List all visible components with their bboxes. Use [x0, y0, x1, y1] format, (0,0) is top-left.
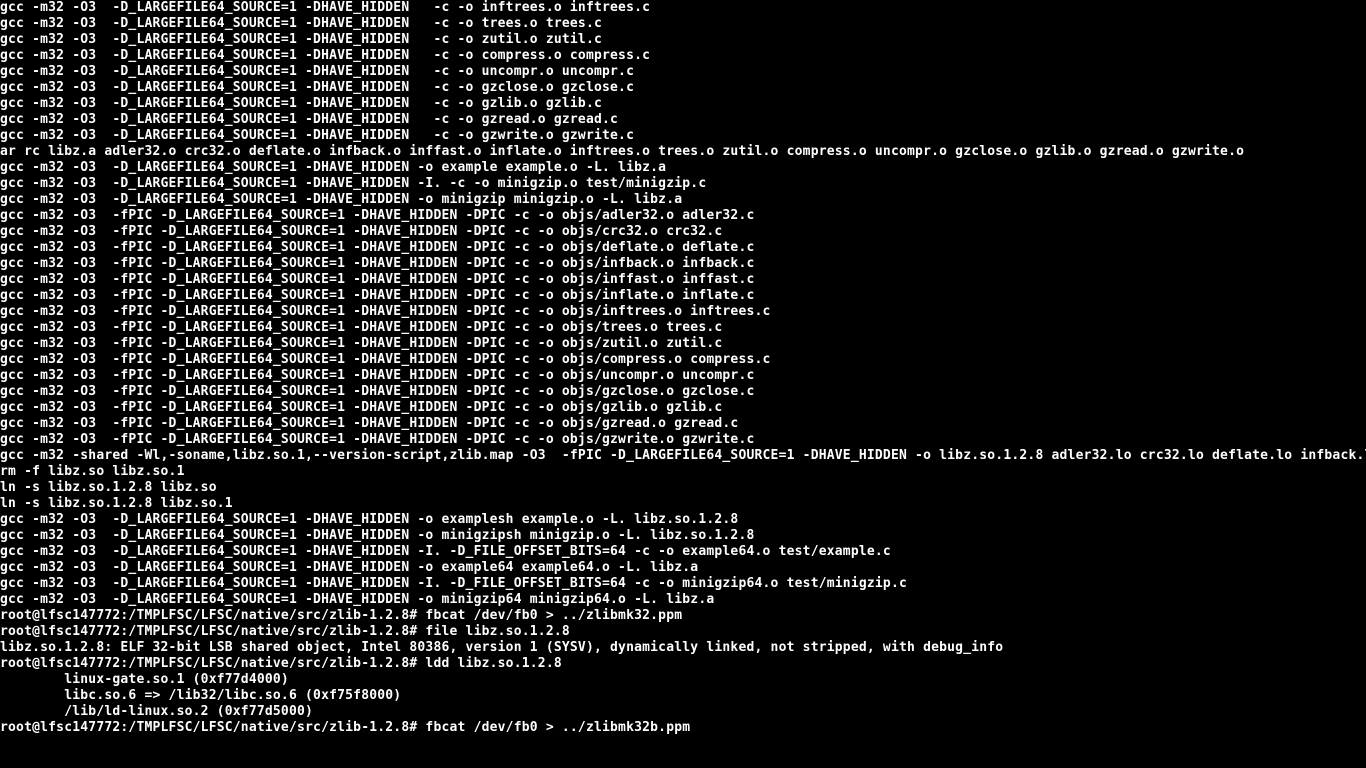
build-output-line: gcc -m32 -O3 -D_LARGEFILE64_SOURCE=1 -DH… [0, 48, 1366, 64]
terminal-output[interactable]: gcc -m32 -O3 -D_LARGEFILE64_SOURCE=1 -DH… [0, 0, 1366, 736]
build-output-line: gcc -m32 -O3 -fPIC -D_LARGEFILE64_SOURCE… [0, 400, 1366, 416]
build-output-line: gcc -m32 -O3 -D_LARGEFILE64_SOURCE=1 -DH… [0, 192, 1366, 208]
build-output-line: gcc -m32 -O3 -D_LARGEFILE64_SOURCE=1 -DH… [0, 16, 1366, 32]
build-output-line: gcc -m32 -O3 -fPIC -D_LARGEFILE64_SOURCE… [0, 336, 1366, 352]
command-output-line: libc.so.6 => /lib32/libc.so.6 (0xf75f800… [0, 688, 1366, 704]
build-output-line: gcc -m32 -O3 -fPIC -D_LARGEFILE64_SOURCE… [0, 256, 1366, 272]
command-output-line: libz.so.1.2.8: ELF 32-bit LSB shared obj… [0, 640, 1366, 656]
build-output-line: gcc -m32 -O3 -D_LARGEFILE64_SOURCE=1 -DH… [0, 0, 1366, 16]
build-output-line: gcc -m32 -O3 -fPIC -D_LARGEFILE64_SOURCE… [0, 416, 1366, 432]
shell-prompt-line: root@lfsc147772:/TMPLFSC/LFSC/native/src… [0, 624, 1366, 640]
build-output-line: gcc -m32 -O3 -D_LARGEFILE64_SOURCE=1 -DH… [0, 112, 1366, 128]
build-output-line: gcc -m32 -O3 -fPIC -D_LARGEFILE64_SOURCE… [0, 368, 1366, 384]
build-output-line: gcc -m32 -O3 -fPIC -D_LARGEFILE64_SOURCE… [0, 432, 1366, 448]
build-output-line: gcc -m32 -O3 -fPIC -D_LARGEFILE64_SOURCE… [0, 352, 1366, 368]
build-output-line: gcc -m32 -O3 -D_LARGEFILE64_SOURCE=1 -DH… [0, 576, 1366, 592]
build-output-line: gcc -m32 -O3 -D_LARGEFILE64_SOURCE=1 -DH… [0, 512, 1366, 528]
build-output-line: gcc -m32 -O3 -fPIC -D_LARGEFILE64_SOURCE… [0, 320, 1366, 336]
command-output-line: /lib/ld-linux.so.2 (0xf77d5000) [0, 704, 1366, 720]
shell-prompt-line: root@lfsc147772:/TMPLFSC/LFSC/native/src… [0, 656, 1366, 672]
build-output-line: ln -s libz.so.1.2.8 libz.so [0, 480, 1366, 496]
build-output-line: rm -f libz.so libz.so.1 [0, 464, 1366, 480]
build-output-line: ar rc libz.a adler32.o crc32.o deflate.o… [0, 144, 1366, 160]
build-output-line: gcc -m32 -O3 -D_LARGEFILE64_SOURCE=1 -DH… [0, 32, 1366, 48]
build-output-line: gcc -m32 -O3 -fPIC -D_LARGEFILE64_SOURCE… [0, 224, 1366, 240]
build-output-line: gcc -m32 -O3 -D_LARGEFILE64_SOURCE=1 -DH… [0, 80, 1366, 96]
build-output-line: gcc -m32 -O3 -fPIC -D_LARGEFILE64_SOURCE… [0, 240, 1366, 256]
build-output-line: gcc -m32 -O3 -D_LARGEFILE64_SOURCE=1 -DH… [0, 528, 1366, 544]
build-output-line: gcc -m32 -O3 -fPIC -D_LARGEFILE64_SOURCE… [0, 304, 1366, 320]
build-output-line: gcc -m32 -O3 -D_LARGEFILE64_SOURCE=1 -DH… [0, 96, 1366, 112]
build-output-line: gcc -m32 -O3 -D_LARGEFILE64_SOURCE=1 -DH… [0, 64, 1366, 80]
build-output-line: gcc -m32 -O3 -D_LARGEFILE64_SOURCE=1 -DH… [0, 176, 1366, 192]
build-output-line: gcc -m32 -O3 -D_LARGEFILE64_SOURCE=1 -DH… [0, 160, 1366, 176]
command-output-line: linux-gate.so.1 (0xf77d4000) [0, 672, 1366, 688]
build-output-line: gcc -m32 -O3 -D_LARGEFILE64_SOURCE=1 -DH… [0, 592, 1366, 608]
shell-input-line[interactable]: root@lfsc147772:/TMPLFSC/LFSC/native/src… [0, 720, 1366, 736]
build-output-line: gcc -m32 -O3 -D_LARGEFILE64_SOURCE=1 -DH… [0, 128, 1366, 144]
build-output-line: ln -s libz.so.1.2.8 libz.so.1 [0, 496, 1366, 512]
build-output-line: gcc -m32 -O3 -fPIC -D_LARGEFILE64_SOURCE… [0, 288, 1366, 304]
build-output-line: gcc -m32 -O3 -D_LARGEFILE64_SOURCE=1 -DH… [0, 544, 1366, 560]
build-output-line: gcc -m32 -O3 -fPIC -D_LARGEFILE64_SOURCE… [0, 272, 1366, 288]
build-output-line: gcc -m32 -O3 -fPIC -D_LARGEFILE64_SOURCE… [0, 208, 1366, 224]
build-output-line: gcc -m32 -O3 -fPIC -D_LARGEFILE64_SOURCE… [0, 384, 1366, 400]
build-output-line: gcc -m32 -shared -Wl,-soname,libz.so.1,-… [0, 448, 1366, 464]
shell-prompt-line: root@lfsc147772:/TMPLFSC/LFSC/native/src… [0, 608, 1366, 624]
build-output-line: gcc -m32 -O3 -D_LARGEFILE64_SOURCE=1 -DH… [0, 560, 1366, 576]
